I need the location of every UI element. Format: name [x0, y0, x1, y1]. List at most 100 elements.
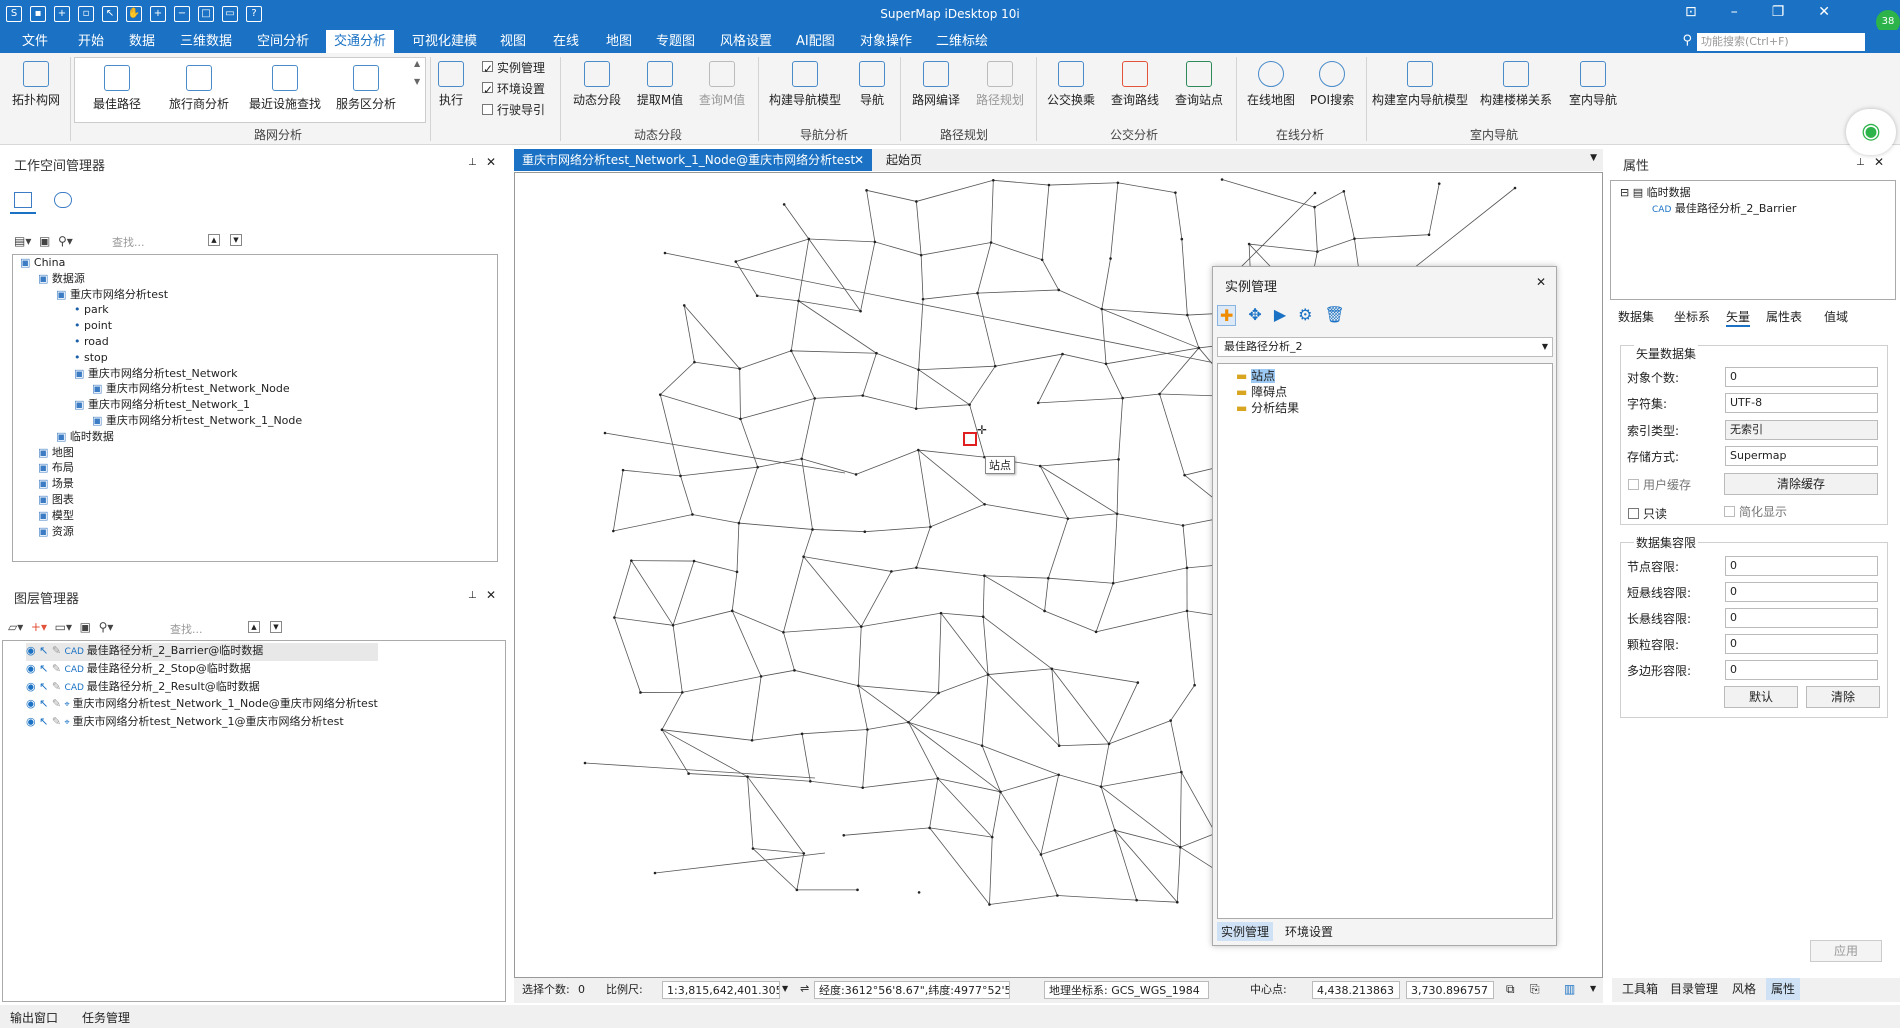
prop-tab-vector[interactable]: 矢量: [1726, 308, 1751, 327]
execute-button[interactable]: 执行: [434, 61, 468, 108]
add-layer-icon[interactable]: +▾: [31, 620, 47, 634]
selectable-icon[interactable]: ↖: [39, 680, 52, 693]
tab-close-icon[interactable]: ✕: [854, 149, 864, 171]
route-plan-button[interactable]: 路径规划: [968, 61, 1032, 108]
paste-icon[interactable]: ⎘: [1530, 982, 1540, 997]
layer-item[interactable]: ◉ ↖ ✎ CAD 最佳路径分析_2_Stop@临时数据: [26, 661, 378, 679]
grain-tolerance-input[interactable]: 0: [1725, 634, 1878, 654]
settings-icon[interactable]: ⚙: [1298, 305, 1312, 326]
topology-button[interactable]: 拓扑构网: [8, 61, 64, 108]
poi-search-button[interactable]: POI搜索: [1302, 61, 1362, 108]
menu-thematic[interactable]: 专题图: [648, 30, 703, 53]
save-layer-icon[interactable]: ▣: [80, 620, 91, 634]
down-arrow-icon[interactable]: ▼: [270, 621, 282, 633]
apply-button[interactable]: 应用: [1810, 940, 1882, 962]
menu-visual-model[interactable]: 可视化建模: [404, 30, 485, 53]
layer-group-icon[interactable]: ▭▾: [55, 620, 72, 634]
tab-network-map[interactable]: 重庆市网络分析test_Network_1_Node@重庆市网络分析test ✕: [514, 149, 872, 171]
closest-facility-button[interactable]: 最近设施查找: [242, 65, 328, 112]
tab-style[interactable]: 风格: [1732, 978, 1756, 1000]
readonly-check[interactable]: 只读: [1628, 505, 1667, 522]
properties-close-icon[interactable]: ✕: [1874, 155, 1884, 169]
workspace-tree-item[interactable]: ▣ China: [20, 255, 302, 271]
up-arrow-icon[interactable]: ▲: [248, 621, 260, 633]
clear-cache-button[interactable]: 清除缓存: [1724, 473, 1878, 495]
clear-button[interactable]: 清除: [1806, 686, 1880, 708]
editable-icon[interactable]: ✎: [52, 662, 65, 675]
tsp-button[interactable]: 旅行商分析: [160, 65, 238, 112]
long-dangle-input[interactable]: 0: [1725, 608, 1878, 628]
instance-select[interactable]: 最佳路径分析_2 ▼: [1217, 337, 1553, 357]
extract-m-button[interactable]: 提取M值: [630, 61, 690, 108]
workspace-tree-item[interactable]: ▣ 重庆市网络分析test_Network_1_Node: [20, 413, 302, 429]
network-compile-button[interactable]: 路网编译: [904, 61, 968, 108]
menu-online[interactable]: 在线: [545, 30, 587, 53]
service-area-button[interactable]: 服务区分析: [330, 65, 402, 112]
menu-data[interactable]: 数据: [121, 30, 163, 53]
menu-plot[interactable]: 二维标绘: [928, 30, 996, 53]
layer-item[interactable]: ◉ ↖ ✎ ⌖ 重庆市网络分析test_Network_1@重庆市网络分析tes…: [26, 714, 378, 732]
query-m-button[interactable]: 查询M值: [692, 61, 752, 108]
center-y-input[interactable]: 3,730.896757: [1406, 981, 1494, 999]
driving-guide-check[interactable]: 行驶导引: [482, 101, 545, 118]
layer-style-icon[interactable]: ▱▾: [8, 620, 23, 634]
open-datasource-icon[interactable]: ▤▾: [14, 234, 31, 248]
ribbon-toggle-icon[interactable]: ⊡: [1685, 4, 1697, 20]
menu-object[interactable]: 对象操作: [852, 30, 920, 53]
menu-transport[interactable]: 交通分析: [326, 30, 395, 53]
menu-ai[interactable]: AI配图: [788, 30, 843, 53]
simplify-check[interactable]: 简化显示: [1724, 503, 1787, 520]
prop-tree-root[interactable]: ⊟ ▤ 临时数据: [1620, 184, 1691, 200]
find-icon[interactable]: ⚲▾: [58, 234, 73, 248]
tab-catalog[interactable]: 目录管理: [1670, 978, 1718, 1000]
short-dangle-input[interactable]: 0: [1725, 582, 1878, 602]
workspace-tree-item[interactable]: • stop: [20, 350, 302, 366]
user-cache-check[interactable]: 用户缓存: [1628, 476, 1691, 493]
stair-relation-button[interactable]: 构建楼梯关系: [1472, 61, 1560, 108]
visible-eye-icon[interactable]: ◉: [26, 697, 39, 710]
prop-tab-crs[interactable]: 坐标系: [1674, 308, 1710, 325]
workspace-tree-item[interactable]: ▣ 数据源: [20, 271, 302, 287]
online-map-button[interactable]: 在线地图: [1240, 61, 1302, 108]
pin-icon[interactable]: ⊥: [468, 590, 477, 601]
dialog-close-icon[interactable]: ✕: [1536, 275, 1546, 289]
layer-item[interactable]: ◉ ↖ ✎ ⌖ 重庆市网络分析test_Network_1_Node@重庆市网络…: [26, 696, 378, 714]
swap-icon[interactable]: ⇌: [800, 982, 809, 995]
workspace-tree-item[interactable]: ▣ 场景: [20, 476, 302, 492]
layer-find-icon[interactable]: ⚲▾: [99, 620, 114, 634]
run-icon[interactable]: ▶: [1274, 305, 1286, 326]
prop-tab-dataset[interactable]: 数据集: [1618, 308, 1654, 325]
bus-transfer-button[interactable]: 公交换乘: [1040, 61, 1102, 108]
layer-item[interactable]: ◉ ↖ ✎ CAD 最佳路径分析_2_Barrier@临时数据: [26, 643, 378, 661]
scale-dropdown-icon[interactable]: ▼: [782, 984, 788, 993]
indoor-nav-button[interactable]: 室内导航: [1562, 61, 1624, 108]
editable-icon[interactable]: ✎: [52, 715, 65, 728]
tree-item-barriers[interactable]: ▬ 障碍点: [1236, 383, 1287, 400]
indoor-nav-model-button[interactable]: 构建室内导航模型: [1370, 61, 1470, 108]
workspace-tree-item[interactable]: • point: [20, 318, 302, 334]
menu-map[interactable]: 地图: [598, 30, 640, 53]
dialog-tab-env[interactable]: 环境设置: [1285, 923, 1333, 940]
tab-output-window[interactable]: 输出窗口: [10, 1009, 58, 1026]
function-search-input[interactable]: 功能搜索(Ctrl+F): [1697, 33, 1865, 51]
visible-eye-icon[interactable]: ◉: [26, 715, 39, 728]
env-settings-check[interactable]: ✓ 环境设置: [482, 80, 545, 97]
menu-style[interactable]: 风格设置: [712, 30, 780, 53]
layer-search-input[interactable]: 查找...: [170, 621, 203, 637]
down-arrow-icon[interactable]: ▼: [230, 234, 242, 246]
editable-icon[interactable]: ✎: [52, 644, 65, 657]
default-button[interactable]: 默认: [1724, 686, 1798, 708]
restore-button[interactable]: ❐: [1772, 4, 1785, 20]
dialog-tab-instance[interactable]: 实例管理: [1217, 922, 1274, 941]
status-dropdown-icon[interactable]: ▼: [1590, 984, 1596, 993]
workspace-tree-item[interactable]: ▣ 图表: [20, 492, 302, 508]
tree-item-results[interactable]: ▬ 分析结果: [1236, 399, 1299, 416]
workspace-tree-item[interactable]: ▣ 临时数据: [20, 429, 302, 445]
editable-icon[interactable]: ✎: [52, 697, 65, 710]
tab-task-manager[interactable]: 任务管理: [82, 1009, 130, 1026]
menu-spatial[interactable]: 空间分析: [249, 30, 317, 53]
node-tolerance-input[interactable]: 0: [1725, 556, 1878, 576]
layer-item[interactable]: ◉ ↖ ✎ CAD 最佳路径分析_2_Result@临时数据: [26, 679, 378, 697]
workspace-tree-item[interactable]: ▣ 重庆市网络分析test: [20, 287, 302, 303]
tree-item-stops[interactable]: ▬ 站点: [1236, 367, 1276, 384]
